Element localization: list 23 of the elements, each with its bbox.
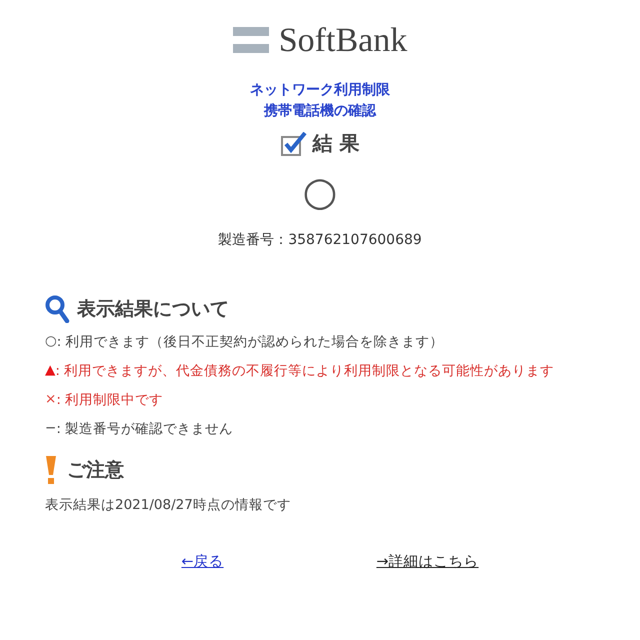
- legend-text: : 利用制限中です: [56, 391, 164, 409]
- result-symbol: ○: [302, 169, 338, 215]
- legend-symbol: ○: [45, 333, 57, 351]
- legend-text: : 利用できますが、代金債務の不履行等により利用制限となる可能性があります: [55, 362, 554, 380]
- section-heading: 表示結果について: [77, 297, 229, 322]
- exclamation-icon: [45, 456, 57, 484]
- link[interactable]: →詳細はこちら: [376, 552, 479, 571]
- link[interactable]: ←戻る: [181, 552, 224, 571]
- checkbox-icon: [280, 132, 307, 156]
- page-title: 携帯電話機の確認: [264, 102, 376, 121]
- notice-text: 表示結果は2021/08/27時点の情報です: [45, 497, 291, 513]
- legend-text: : 製造番号が確認できません: [56, 420, 234, 438]
- legend-symbol: ×: [45, 391, 56, 409]
- legend-symbol: ▲: [45, 362, 56, 380]
- logo-text: SoftBank: [278, 22, 408, 60]
- legend-symbol: −: [45, 420, 56, 438]
- section-heading: ご注意: [67, 458, 124, 483]
- logo-icon: [232, 27, 269, 55]
- search-icon: [45, 295, 71, 323]
- legend-text: : 利用できます（後日不正契約が認められた場合を除きます）: [56, 333, 444, 351]
- serial-number: 製造番号：358762107600689: [218, 232, 422, 248]
- result-heading: 結 果: [312, 130, 360, 157]
- page-title: ネットワーク利用制限: [250, 81, 390, 100]
